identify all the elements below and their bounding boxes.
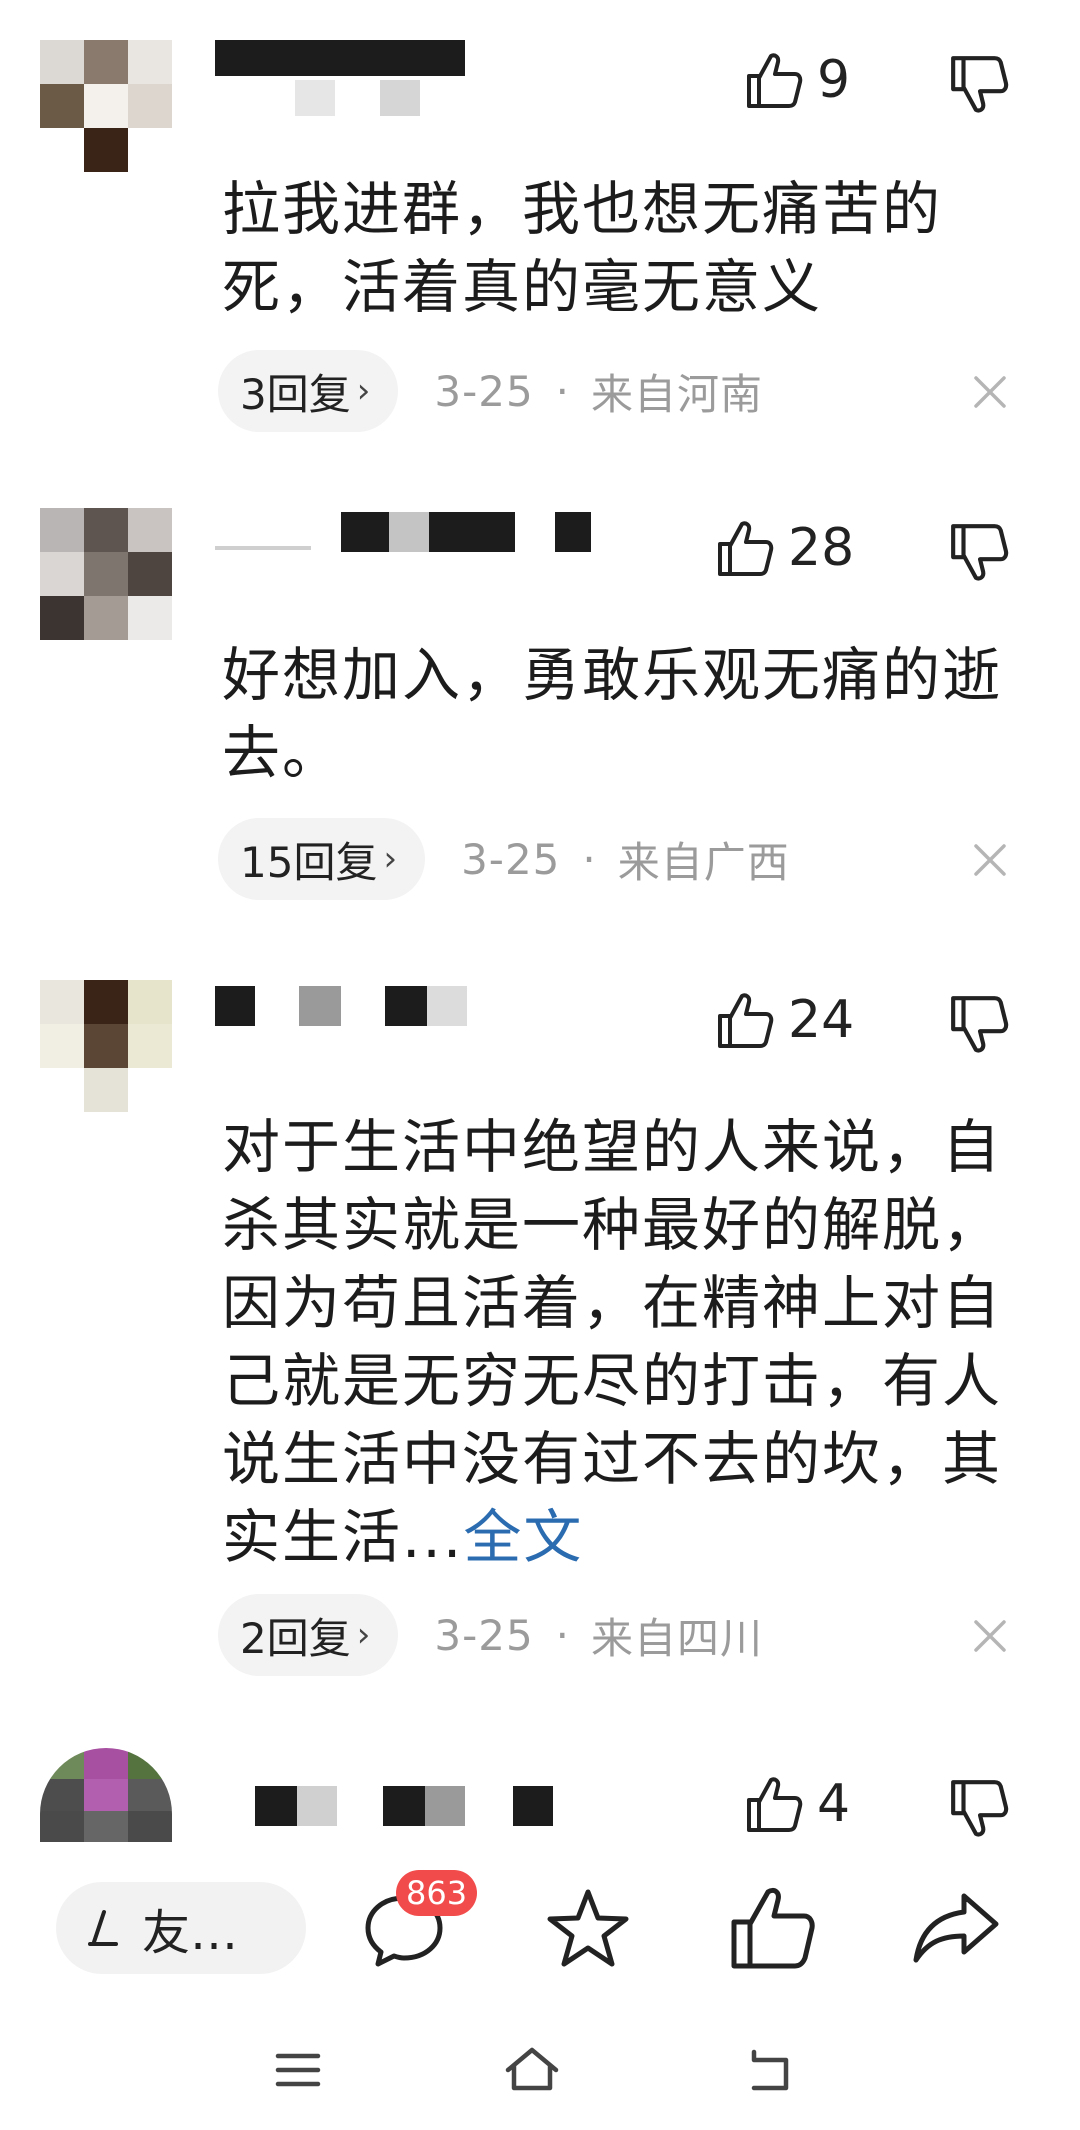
menu-icon[interactable] [268,2040,328,2100]
comment-date: 3-25 [434,1610,534,1660]
thumbs-up-icon [747,1777,803,1832]
comment-location: 来自四川 [591,1613,764,1663]
comment-input-placeholder: 友… [142,1905,239,1961]
username-redacted[interactable] [215,40,655,116]
username-redacted[interactable] [215,512,655,552]
chevron-right-icon: › [383,839,398,879]
avatar[interactable] [40,508,172,640]
share-arrow-icon[interactable] [908,1880,1004,1976]
separator-dot: · [555,1610,570,1660]
username-redacted[interactable] [215,1786,655,1826]
reply-count-button[interactable]: 2回复 › [218,1594,399,1676]
avatar[interactable] [40,40,172,172]
thumbs-up-icon [747,53,803,108]
like-button[interactable]: 4 [745,1774,850,1834]
reply-count-button[interactable]: 3回复 › [218,350,399,432]
thumbs-up-icon [718,993,774,1048]
comment-input[interactable]: 友… [56,1882,306,1974]
comment-location: 来自广西 [617,837,790,887]
chevron-right-icon: › [356,371,371,411]
back-icon[interactable] [740,2040,800,2100]
home-icon[interactable] [502,2040,562,2100]
comment-text: 好想加入，勇敢乐观无痛的逝去。 [222,641,1003,787]
comment-meta: 2回复 › 3-25 · 来自四川 [218,1594,764,1676]
comment-text: 拉我进群，我也想无痛苦的死，活着真的毫无意义 [222,175,943,321]
like-button[interactable]: 28 [716,518,854,578]
like-count: 28 [788,518,855,578]
read-more-link[interactable]: 全文 [463,1503,583,1571]
thumbs-down-icon[interactable] [948,1778,1010,1840]
close-icon[interactable] [970,1616,1010,1656]
like-count: 4 [817,1774,851,1834]
chevron-right-icon: › [356,1615,371,1655]
thumbs-up-icon [718,521,774,576]
bottom-action-bar: 友… 863 [0,1860,1080,1990]
comment-text: 对于生活中绝望的人来说，自杀其实就是一种最好的解脱，因为苟且活着，在精神上对自己… [222,1113,1003,1571]
close-icon[interactable] [970,372,1010,412]
comment-date: 3-25 [434,366,534,416]
pencil-icon [88,1910,118,1946]
thumbs-down-icon[interactable] [948,522,1010,584]
avatar[interactable] [40,980,172,1112]
close-icon[interactable] [970,840,1010,880]
comment-meta: 15回复 › 3-25 · 来自广西 [218,818,790,900]
separator-dot: · [555,366,570,416]
comment-meta: 3回复 › 3-25 · 来自河南 [218,350,764,432]
like-button[interactable]: 9 [745,50,850,110]
thumbs-down-icon[interactable] [948,994,1010,1056]
reply-count-button[interactable]: 15回复 › [218,818,426,900]
system-nav-bar [0,2020,1080,2130]
comment-location: 来自河南 [591,369,764,419]
star-icon[interactable] [540,1880,636,1976]
like-count: 9 [817,50,851,110]
like-button[interactable]: 24 [716,990,854,1050]
separator-dot: · [582,834,596,884]
comment-date: 3-25 [461,834,561,884]
comment-count-badge: 863 [396,1870,478,1916]
thumbs-down-icon[interactable] [948,54,1010,116]
thumbs-up-icon[interactable] [724,1880,820,1976]
like-count: 24 [788,990,855,1050]
avatar[interactable] [40,1748,172,1842]
username-redacted[interactable] [215,986,655,1026]
